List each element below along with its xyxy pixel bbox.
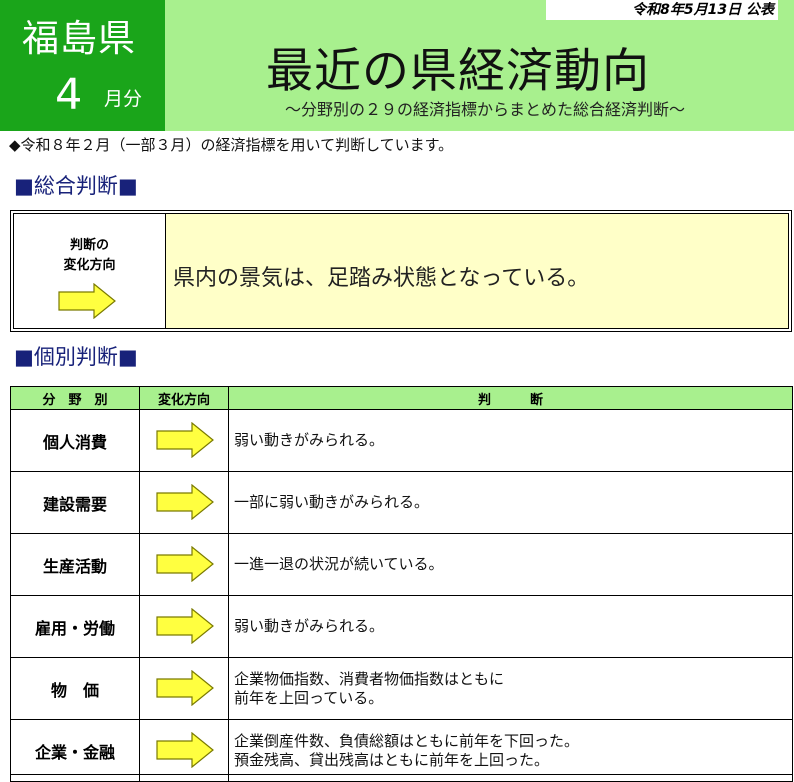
category-cell: 雇用・労働 (10, 595, 140, 658)
direction-cell (139, 719, 229, 782)
right-arrow-icon (156, 484, 214, 520)
overall-direction-cell: 判断の 変化方向 (14, 214, 166, 328)
judgement-line1: 一部に弱い動きがみられる。 (234, 493, 430, 511)
right-arrow-icon (156, 732, 214, 768)
direction-cell (139, 657, 229, 720)
header-banner: 福島県 4 月分 令和8年5月13日 公表 最近の県経済動向 ～分野別の２９の経… (0, 0, 794, 131)
judgement-cell: 企業物価指数、消費者物価指数はともに 前年を上回っている。 (228, 657, 793, 720)
category-cell: 建設需要 (10, 471, 140, 534)
judgement-cell: 企業倒産件数、負債総額はともに前年を下回った。 預金残高、貸出残高はともに前年を… (228, 719, 793, 782)
judgement-line1: 弱い動きがみられる。 (234, 617, 385, 635)
direction-cell (139, 595, 229, 658)
table-row: 企業・金融 企業倒産件数、負債総額はともに前年を下回った。 預金残高、貸出残高は… (10, 719, 793, 782)
table-row: 生産活動 一進一退の状況が続いている。 (10, 533, 793, 596)
right-arrow-icon (58, 283, 116, 319)
direction-label-line2: 変化方向 (63, 258, 116, 273)
judgement-line1: 企業物価指数、消費者物価指数はともに (234, 669, 505, 688)
column-header-direction: 変化方向 (139, 386, 229, 410)
category-cell: 企業・金融 (10, 719, 140, 782)
column-header-category: 分 野 別 (10, 386, 140, 410)
month-number: 4 (55, 70, 83, 120)
table-row: 雇用・労働 弱い動きがみられる。 (10, 595, 793, 658)
judgement-line1: 弱い動きがみられる。 (234, 431, 385, 449)
overall-judgement-box: 判断の 変化方向 県内の景気は、足踏み状態となっている。 (10, 210, 792, 332)
category-cell: 個人消費 (10, 409, 140, 472)
overall-judgement-text: 県内の景気は、足踏み状態となっている。 (173, 266, 590, 291)
overall-section-heading: ■総合判断■ (14, 174, 138, 198)
table-row: 物 価 企業物価指数、消費者物価指数はともに 前年を上回っている。 (10, 657, 793, 720)
publication-date: 令和8年5月13日 公表 (546, 0, 778, 20)
judgement-cell: 一部に弱い動きがみられる。 (228, 471, 793, 534)
right-arrow-icon (156, 670, 214, 706)
table-row: 建設需要 一部に弱い動きがみられる。 (10, 471, 793, 534)
table-row: 個人消費 弱い動きがみられる。 (10, 409, 793, 472)
page-title: 最近の県経済動向 (266, 44, 650, 99)
data-basis-note: ◆令和８年２月（一部３月）の経済指標を用いて判断しています。 (9, 136, 454, 154)
direction-label: 判断の 変化方向 (14, 236, 165, 276)
direction-cell (139, 409, 229, 472)
judgement-cell: 弱い動きがみられる。 (228, 595, 793, 658)
direction-label-line1: 判断の (69, 238, 109, 253)
right-arrow-icon (156, 422, 214, 458)
judgement-cell: 弱い動きがみられる。 (228, 409, 793, 472)
column-header-judgement: 判 断 (228, 386, 793, 410)
prefecture-box: 福島県 4 月分 (0, 0, 165, 131)
direction-cell (139, 471, 229, 534)
category-cell: 生産活動 (10, 533, 140, 596)
category-cell: 物 価 (10, 657, 140, 720)
right-arrow-icon (156, 608, 214, 644)
judgement-line2: 預金残高、貸出残高はともに前年を上回った。 (234, 750, 550, 769)
judgement-cell: 一進一退の状況が続いている。 (228, 533, 793, 596)
page-subtitle: ～分野別の２９の経済指標からまとめた総合経済判断～ (285, 100, 686, 119)
bottom-divider (10, 774, 792, 775)
direction-cell (139, 533, 229, 596)
judgement-line1: 企業倒産件数、負債総額はともに前年を下回った。 (234, 731, 580, 750)
month-unit: 月分 (104, 88, 143, 110)
individual-section-heading: ■個別判断■ (14, 345, 138, 369)
table-header-row: 分 野 別 変化方向 判 断 (10, 386, 793, 410)
right-arrow-icon (156, 546, 214, 582)
judgement-line1: 一進一退の状況が続いている。 (234, 555, 444, 573)
judgement-line2: 前年を上回っている。 (234, 688, 384, 707)
overall-judgement-cell: 県内の景気は、足踏み状態となっている。 (166, 214, 788, 328)
individual-judgement-table: 分 野 別 変化方向 判 断 個人消費 弱い動きがみられる。 建設需要 一部に弱… (10, 386, 793, 782)
prefecture-name: 福島県 (22, 17, 136, 60)
